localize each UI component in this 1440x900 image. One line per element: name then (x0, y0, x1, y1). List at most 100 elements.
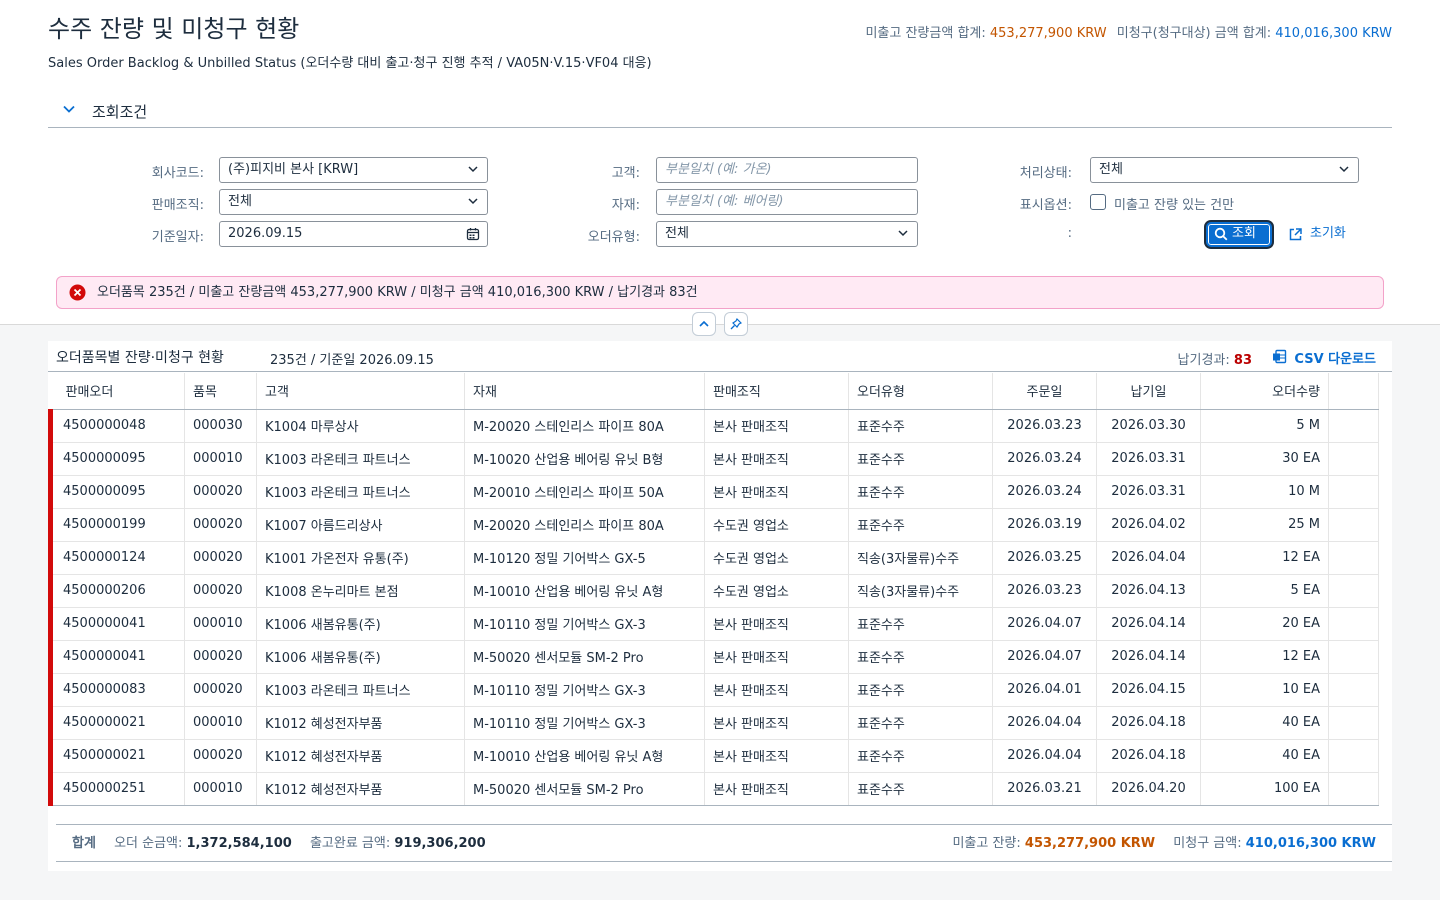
table-row[interactable]: 4500000095 000010 K1003 라온테크 파트너스 M-10020 산… (48, 442, 1379, 476)
unbilled-total-value: 410,016,300 KRW (1275, 26, 1392, 41)
table-row[interactable]: 4500000048 000030 K1004 마루상사 M-20020 스테인리스 … (48, 409, 1379, 443)
pin-header-button[interactable] (724, 312, 748, 336)
order-qty-cell: 10 M (1200, 475, 1329, 509)
sales-org-cell: 본사 판매조직 (704, 706, 849, 740)
reset-button[interactable]: 초기화 (1288, 225, 1346, 245)
chevron-down-icon (1339, 166, 1349, 173)
material-input[interactable]: 부분일치 (예: 베어링) (656, 189, 918, 215)
column-header-sales-order[interactable]: 판매오더 (50, 373, 185, 410)
table-row[interactable]: 4500000021 000020 K1012 혜성전자부품 M-10010 산업용 … (48, 739, 1379, 773)
item-cell: 000030 (184, 409, 257, 443)
column-header-due-date[interactable]: 납기일 (1096, 373, 1201, 410)
order-type-cell: 표준수주 (848, 706, 993, 740)
order-date-cell: 2026.03.23 (992, 409, 1097, 443)
shipped-amount-value: 919,306,200 (394, 836, 486, 851)
row-spacer-cell (1328, 442, 1379, 476)
backlog-only-checkbox[interactable] (1090, 194, 1106, 210)
table-row[interactable]: 4500000095 000020 K1003 라온테크 파트너스 M-20010 스… (48, 475, 1379, 509)
material-cell: M-50020 센서모듈 SM-2 Pro (464, 772, 705, 806)
order-qty-cell: 40 EA (1200, 739, 1329, 773)
reset-button-label: 초기화 (1310, 226, 1346, 241)
sales-org-cell: 본사 판매조직 (704, 673, 849, 707)
order-type-select[interactable]: 전체 (656, 221, 918, 247)
filter-bar-toggle[interactable]: 조회조건 (48, 98, 1392, 128)
error-message-strip: 오더품목 235건 / 미출고 잔량금액 453,277,900 KRW / 미… (56, 276, 1384, 309)
sales-org-select[interactable]: 전체 (219, 189, 488, 215)
table-row[interactable]: 4500000083 000020 K1003 라온테크 파트너스 M-10110 정… (48, 673, 1379, 707)
due-date-cell: 2026.04.18 (1096, 739, 1201, 773)
customer-cell: K1003 라온테크 파트너스 (256, 673, 465, 707)
column-header-item[interactable]: 품목 (184, 373, 257, 410)
table-row[interactable]: 4500000251 000010 K1012 혜성전자부품 M-50020 센서모듈… (48, 772, 1379, 806)
customer-input[interactable]: 부분일치 (예: 가온) (656, 157, 918, 183)
company-code-select[interactable]: (주)피지비 본사 [KRW] (219, 157, 488, 183)
due-date-cell: 2026.04.04 (1096, 541, 1201, 575)
item-cell: 000020 (184, 739, 257, 773)
row-spacer-cell (1328, 640, 1379, 674)
table-row[interactable]: 4500000199 000020 K1007 아름드리상사 M-20020 스테인리… (48, 508, 1379, 542)
order-qty-cell: 12 EA (1200, 640, 1329, 674)
totals-right: 미출고 잔량: 453,277,900 KRW 미청구 금액: 410,016,… (952, 825, 1376, 862)
search-button[interactable]: 조회 (1206, 222, 1272, 247)
table-panel: 오더품목별 잔량·미청구 현황 235건 / 기준일 2026.09.15 납기… (48, 341, 1392, 871)
sales-org-cell: 본사 판매조직 (704, 739, 849, 773)
column-header-order-qty[interactable]: 오더수량 (1200, 373, 1329, 410)
sales-order-cell: 4500000041 (48, 640, 185, 674)
table-row[interactable]: 4500000206 000020 K1008 온누리마트 본점 M-10010 산업… (48, 574, 1379, 608)
column-header-order-type[interactable]: 오더유형 (848, 373, 993, 410)
table-row[interactable]: 4500000041 000020 K1006 새봄유통(주) M-50020 센서모… (48, 640, 1379, 674)
table-count: 235건 / 기준일 2026.09.15 (270, 353, 434, 368)
due-date-cell: 2026.04.15 (1096, 673, 1201, 707)
customer-cell: K1012 혜성전자부품 (256, 772, 465, 806)
sales-org-cell: 수도권 영업소 (704, 508, 849, 542)
header-totals: 미출고 잔량금액 합계: 453,277,900 KRW 미청구(청구대상) 금… (865, 22, 1392, 41)
column-header-customer[interactable]: 고객 (256, 373, 465, 410)
backlog-only-label[interactable]: 미출고 잔량 있는 건만 (1114, 194, 1234, 213)
column-header-order-date[interactable]: 주문일 (992, 373, 1097, 410)
row-spacer-cell (1328, 574, 1379, 608)
customer-cell: K1008 온누리마트 본점 (256, 574, 465, 608)
footer-backlog-label: 미출고 잔량: (952, 836, 1021, 851)
company-code-value: (주)피지비 본사 [KRW] (228, 162, 359, 177)
customer-cell: K1001 가온전자 유통(주) (256, 541, 465, 575)
due-date-cell: 2026.03.31 (1096, 442, 1201, 476)
column-header-sales-org[interactable]: 판매조직 (704, 373, 849, 410)
spreadsheet-icon (1273, 349, 1287, 364)
chevron-down-icon (468, 198, 478, 205)
backlog-total-value: 453,277,900 KRW (989, 26, 1107, 41)
material-cell: M-10110 정밀 기어박스 GX-3 (464, 607, 705, 641)
total-label: 합계 (72, 836, 96, 851)
chevron-up-icon (699, 320, 709, 327)
customer-label: 고객: (611, 166, 640, 181)
table-row[interactable]: 4500000041 000010 K1006 새봄유통(주) M-10110 정밀 … (48, 607, 1379, 641)
customer-cell: K1012 혜성전자부품 (256, 706, 465, 740)
order-type-cell: 표준수주 (848, 640, 993, 674)
table-row[interactable]: 4500000124 000020 K1001 가온전자 유통(주) M-10120 … (48, 541, 1379, 575)
table-toolbar: 오더품목별 잔량·미청구 현황 235건 / 기준일 2026.09.15 납기… (48, 341, 1392, 372)
table-row[interactable]: 4500000021 000010 K1012 혜성전자부품 M-10110 정밀 기… (48, 706, 1379, 740)
material-cell: M-10010 산업용 베어링 유닛 A형 (464, 739, 705, 773)
order-qty-cell: 100 EA (1200, 772, 1329, 806)
calendar-icon[interactable] (466, 227, 480, 241)
table-title: 오더품목별 잔량·미청구 현황 (56, 350, 224, 366)
column-header-material[interactable]: 자재 (464, 373, 705, 410)
overdue-label: 납기경과: (1177, 353, 1230, 368)
overdue-count: 83 (1233, 353, 1252, 368)
backlog-table: 판매오더 품목 고객 자재 판매조직 오더유형 주문일 납기일 오더수량 450… (48, 373, 1379, 806)
material-cell: M-20020 스테인리스 파이프 80A (464, 409, 705, 443)
sales-order-cell: 4500000199 (48, 508, 185, 542)
sales-order-cell: 4500000206 (48, 574, 185, 608)
order-type-cell: 직송(3자물류)수주 (848, 574, 993, 608)
totals-footer: 합계 오더 순금액: 1,372,584,100 출고완료 금액: 919,30… (56, 824, 1392, 862)
status-select[interactable]: 전체 (1090, 157, 1359, 183)
order-date-cell: 2026.04.07 (992, 640, 1097, 674)
csv-download-button[interactable]: CSV 다운로드 (1272, 348, 1376, 367)
material-cell: M-20020 스테인리스 파이프 80A (464, 508, 705, 542)
search-button-label: 조회 (1232, 226, 1256, 241)
base-date-picker[interactable]: 2026.09.15 (219, 221, 488, 247)
order-date-cell: 2026.04.04 (992, 706, 1097, 740)
footer-unbilled-label: 미청구 금액: (1173, 836, 1242, 851)
sales-org-cell: 본사 판매조직 (704, 640, 849, 674)
order-type-cell: 표준수주 (848, 772, 993, 806)
collapse-header-button[interactable] (692, 312, 716, 336)
